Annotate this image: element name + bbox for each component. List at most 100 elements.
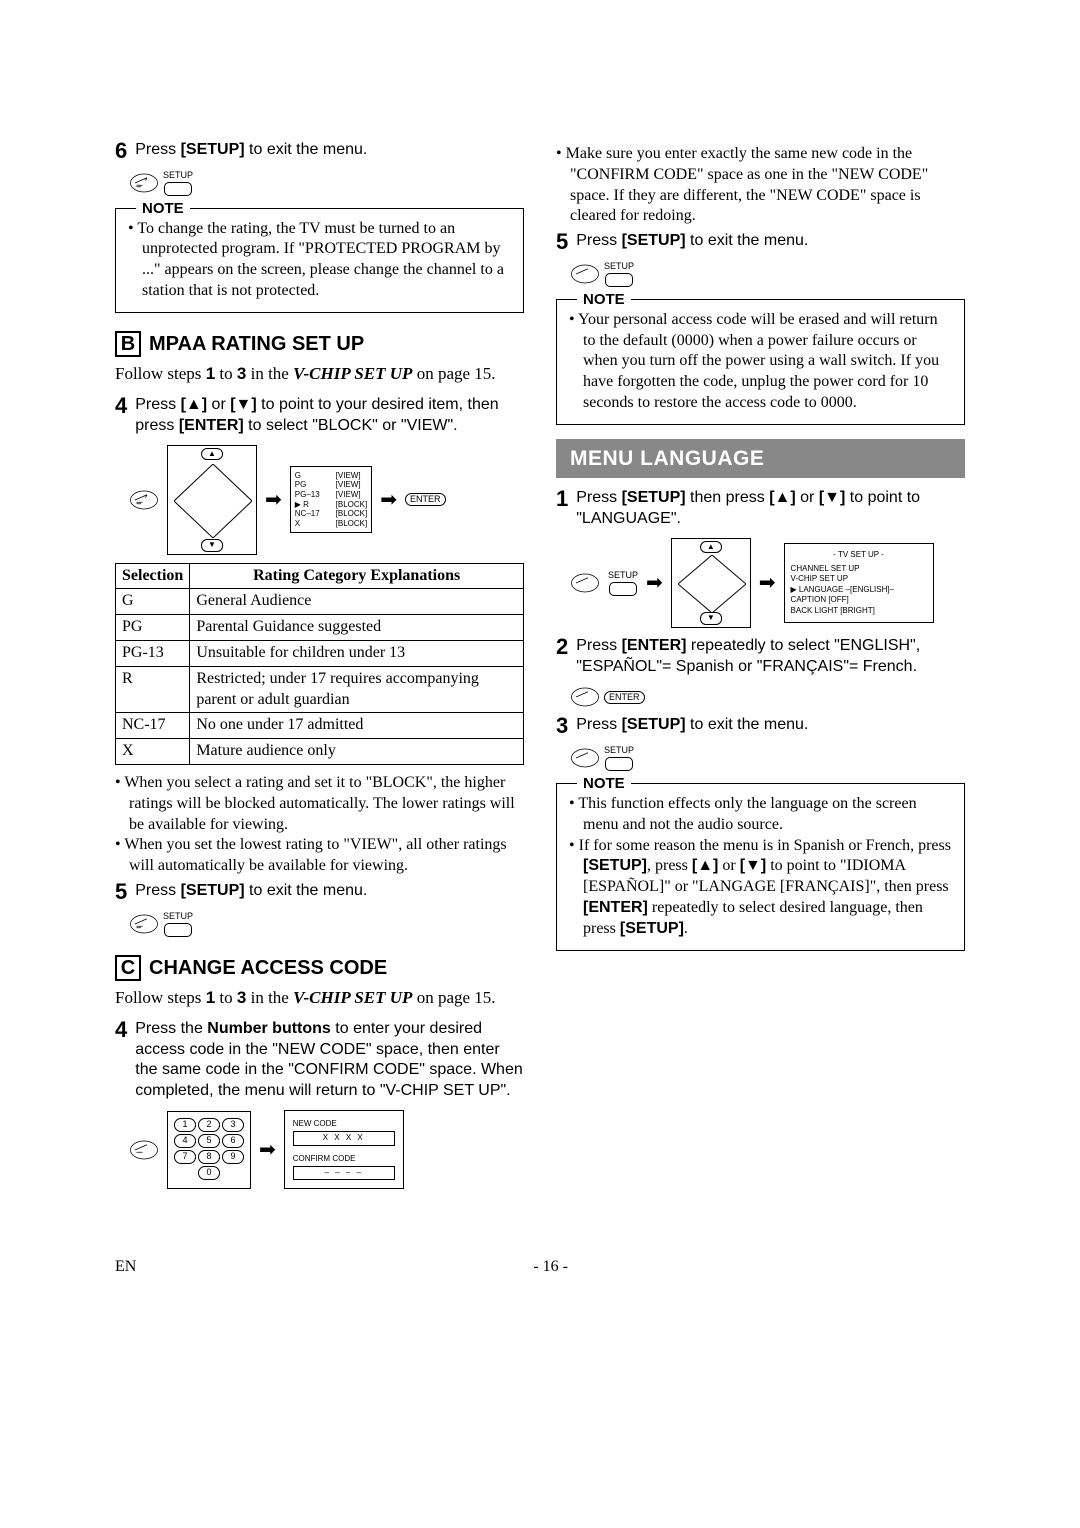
mpaa-diagram: ▲ ▼ ➡ G PG PG–13 ▶ R NC–17 X [VIEW]	[129, 445, 524, 555]
table-row: PG-13Unsuitable for children under 13	[116, 640, 524, 666]
remote-diagram: ENTER	[570, 685, 965, 709]
note-title: NOTE	[136, 199, 190, 219]
hand-icon	[570, 746, 600, 770]
arrow-icon: ➡	[380, 487, 397, 513]
confirm-code-label: CONFIRM CODE	[293, 1154, 395, 1164]
arrow-icon: ➡	[759, 570, 776, 596]
footer-left: EN	[115, 1257, 136, 1278]
bullet-item: When you set the lowest rating to "VIEW"…	[115, 835, 524, 877]
note-item: If for some reason the menu is in Spanis…	[569, 836, 952, 940]
top-bullet: Make sure you enter exactly the same new…	[556, 144, 965, 227]
note-box-2: NOTE Your personal access code will be e…	[556, 299, 965, 425]
bullet-item: Make sure you enter exactly the same new…	[556, 144, 965, 227]
table-row: XMature audience only	[116, 739, 524, 765]
hand-icon	[129, 912, 159, 936]
enter-button-icon: ENTER	[604, 691, 645, 705]
note-item: To change the rating, the TV must be tur…	[128, 219, 511, 302]
setup-label: SETUP	[608, 570, 638, 582]
step-body: Press [SETUP] to exit the menu.	[135, 881, 524, 902]
step-number: 5	[556, 231, 568, 253]
step-number: 5	[115, 881, 127, 903]
bullet-item: When you select a rating and set it to "…	[115, 773, 524, 835]
step-6: 6 Press [SETUP] to exit the menu.	[115, 140, 524, 162]
step-body: Press [▲] or [▼] to point to your desire…	[135, 395, 524, 437]
cross-lines	[174, 464, 252, 538]
setup-button-icon	[164, 923, 192, 937]
hand-icon	[129, 1138, 159, 1162]
note-box-3: NOTE This function effects only the lang…	[556, 783, 965, 951]
step-number: 2	[556, 636, 568, 658]
enter-button-icon: ENTER	[405, 493, 446, 507]
remote-diagram: SETUP	[129, 170, 524, 196]
section-title: CHANGE ACCESS CODE	[149, 955, 387, 981]
table-row: PGParental Guidance suggested	[116, 615, 524, 641]
table-row: GGeneral Audience	[116, 589, 524, 615]
tvsetup-title: - TV SET UP -	[791, 550, 927, 560]
section-title: MPAA RATING SET UP	[149, 331, 364, 357]
language-diagram: SETUP ➡ ▲ ▼ ➡ - TV SET UP - CHANNEL SET …	[570, 538, 965, 628]
code-entry-box: NEW CODE X X X X CONFIRM CODE – – – –	[284, 1110, 404, 1190]
remote-diagram: SETUP	[570, 745, 965, 771]
section-letter: B	[115, 331, 141, 357]
step-number: 6	[115, 140, 127, 162]
table-row: NC-17No one under 17 admitted	[116, 713, 524, 739]
ratings-table: Selection Rating Category Explanations G…	[115, 563, 524, 765]
step-number: 4	[115, 1019, 127, 1041]
setup-label: SETUP	[604, 261, 634, 273]
footer-page: - 16 -	[533, 1257, 568, 1278]
hand-icon	[570, 262, 600, 286]
step-body: Press [ENTER] repeatedly to select "ENGL…	[576, 636, 965, 678]
setup-button-icon	[605, 757, 633, 771]
step-2-lang: 2 Press [ENTER] repeatedly to select "EN…	[556, 636, 965, 678]
step-number: 1	[556, 488, 568, 510]
ratings-list-box: G PG PG–13 ▶ R NC–17 X [VIEW] [VIEW] [VI…	[290, 466, 372, 534]
confirm-code-field: – – – –	[293, 1166, 395, 1180]
code-diagram: 123 456 789 0 ➡ NEW CODE X X X X CONFIRM…	[129, 1110, 524, 1190]
page-footer: EN - 16 -	[115, 1257, 965, 1278]
hand-icon	[129, 171, 159, 195]
step-4-c: 4 Press the Number buttons to enter your…	[115, 1019, 524, 1102]
setup-button-icon	[605, 273, 633, 287]
step-5-b: 5 Press [SETUP] to exit the menu.	[115, 881, 524, 903]
step-5-r: 5 Press [SETUP] to exit the menu.	[556, 231, 965, 253]
left-column: 6 Press [SETUP] to exit the menu. SETUP …	[115, 140, 524, 1197]
arrow-icon: ➡	[259, 1137, 276, 1163]
new-code-label: NEW CODE	[293, 1119, 395, 1129]
number-keypad: 123 456 789 0	[167, 1111, 251, 1189]
note-box-1: NOTE To change the rating, the TV must b…	[115, 208, 524, 313]
step-4-b: 4 Press [▲] or [▼] to point to your desi…	[115, 395, 524, 437]
nav-cross: ▲ ▼	[167, 445, 257, 555]
step-body: Press [SETUP] then press [▲] or [▼] to p…	[576, 488, 965, 530]
bullets-b: When you select a rating and set it to "…	[115, 773, 524, 877]
follow-steps-c: Follow steps 1 to 3 in the V-CHIP SET UP…	[115, 987, 524, 1009]
step-3-lang: 3 Press [SETUP] to exit the menu.	[556, 715, 965, 737]
step-1-lang: 1 Press [SETUP] then press [▲] or [▼] to…	[556, 488, 965, 530]
hand-icon	[570, 571, 600, 595]
remote-diagram: SETUP	[570, 261, 965, 287]
tv-setup-menu: - TV SET UP - CHANNEL SET UP V-CHIP SET …	[784, 543, 934, 623]
step-number: 3	[556, 715, 568, 737]
step-body: Press the Number buttons to enter your d…	[135, 1019, 524, 1102]
step-body: Press [SETUP] to exit the menu.	[135, 140, 524, 161]
hand-icon	[129, 488, 159, 512]
setup-label: SETUP	[163, 170, 193, 182]
note-title: NOTE	[577, 774, 631, 794]
arrow-icon: ➡	[265, 487, 282, 513]
note-item: Your personal access code will be erased…	[569, 310, 952, 414]
step-body: Press [SETUP] to exit the menu.	[576, 231, 965, 252]
setup-button-icon	[609, 582, 637, 596]
right-column: Make sure you enter exactly the same new…	[556, 140, 965, 1197]
setup-button-icon	[164, 182, 192, 196]
menu-language-banner: MENU LANGUAGE	[556, 439, 965, 478]
step-body: Press [SETUP] to exit the menu.	[576, 715, 965, 736]
table-header: Selection	[116, 563, 190, 589]
section-c-heading: C CHANGE ACCESS CODE	[115, 955, 524, 981]
setup-label: SETUP	[604, 745, 634, 757]
section-b-heading: B MPAA RATING SET UP	[115, 331, 524, 357]
follow-steps-b: Follow steps 1 to 3 in the V-CHIP SET UP…	[115, 363, 524, 385]
table-header: Rating Category Explanations	[190, 563, 524, 589]
hand-icon	[570, 685, 600, 709]
nav-cross: ▲ ▼	[671, 538, 751, 628]
note-title: NOTE	[577, 290, 631, 310]
table-row: RRestricted; under 17 requires accompany…	[116, 666, 524, 713]
